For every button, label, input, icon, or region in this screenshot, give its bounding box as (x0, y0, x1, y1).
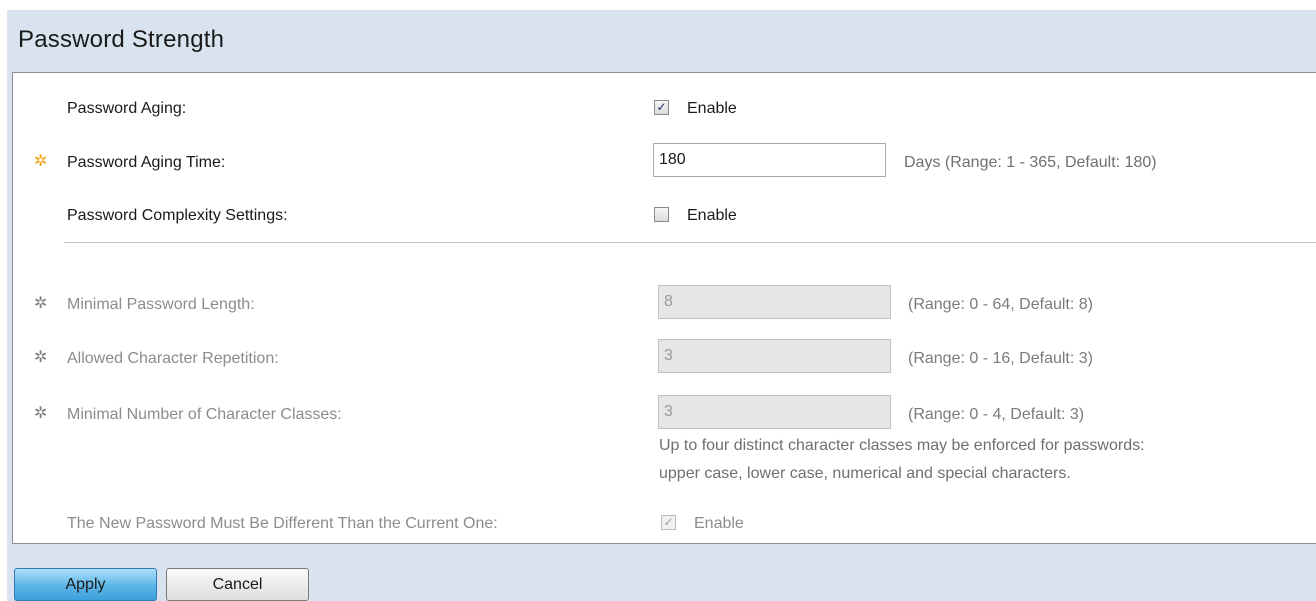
complexity-settings-checkbox[interactable] (654, 207, 669, 222)
complexity-settings-row: Password Complexity Settings: Enable (13, 201, 1316, 231)
cancel-button[interactable]: Cancel (166, 568, 309, 601)
char-classes-hint: (Range: 0 - 4, Default: 3) (908, 406, 1085, 423)
min-length-input[interactable]: 8 (658, 285, 891, 319)
min-length-hint: (Range: 0 - 64, Default: 8) (908, 296, 1093, 313)
must-differ-label: The New Password Must Be Different Than … (67, 515, 498, 532)
required-gear-icon: ✲ (34, 295, 48, 312)
char-classes-row: ✲ Minimal Number of Character Classes: 3… (13, 395, 1316, 429)
char-classes-label: Minimal Number of Character Classes: (67, 406, 342, 423)
required-gear-icon: ✲ (34, 405, 48, 422)
char-repetition-hint: (Range: 0 - 16, Default: 3) (908, 350, 1093, 367)
password-strength-page: Password Strength Password Aging: ✓ Enab… (7, 10, 1316, 601)
password-aging-label: Password Aging: (67, 100, 187, 117)
password-aging-time-hint: Days (Range: 1 - 365, Default: 180) (904, 154, 1157, 171)
required-gear-icon: ✲ (34, 153, 48, 170)
char-classes-description: upper case, lower case, numerical and sp… (659, 465, 1071, 482)
char-repetition-row: ✲ Allowed Character Repetition: 3 (Range… (13, 339, 1316, 373)
min-length-label: Minimal Password Length: (67, 296, 255, 313)
required-gear-icon: ✲ (34, 349, 48, 366)
password-aging-time-input[interactable]: 180 (653, 143, 886, 177)
char-classes-description: Up to four distinct character classes ma… (659, 437, 1145, 454)
complexity-settings-enable-label[interactable]: Enable (687, 207, 737, 225)
section-divider (64, 242, 1316, 243)
char-classes-input[interactable]: 3 (658, 395, 891, 429)
password-aging-time-label: Password Aging Time: (67, 154, 226, 171)
must-differ-checkbox[interactable]: ✓ (661, 515, 676, 530)
must-differ-row: The New Password Must Be Different Than … (13, 509, 1316, 539)
apply-button[interactable]: Apply (14, 568, 157, 601)
complexity-settings-label: Password Complexity Settings: (67, 207, 288, 224)
page-title: Password Strength (18, 26, 225, 53)
password-aging-row: Password Aging: ✓ Enable (13, 94, 1316, 124)
char-repetition-input[interactable]: 3 (658, 339, 891, 373)
password-aging-time-row: ✲ Password Aging Time: 180 Days (Range: … (13, 143, 1316, 177)
must-differ-enable-label[interactable]: Enable (694, 515, 744, 533)
min-length-row: ✲ Minimal Password Length: 8 (Range: 0 -… (13, 285, 1316, 319)
settings-panel: Password Aging: ✓ Enable ✲ Password Agin… (12, 72, 1316, 544)
password-aging-enable-label[interactable]: Enable (687, 100, 737, 118)
char-repetition-label: Allowed Character Repetition: (67, 350, 279, 367)
password-aging-checkbox[interactable]: ✓ (654, 100, 669, 115)
